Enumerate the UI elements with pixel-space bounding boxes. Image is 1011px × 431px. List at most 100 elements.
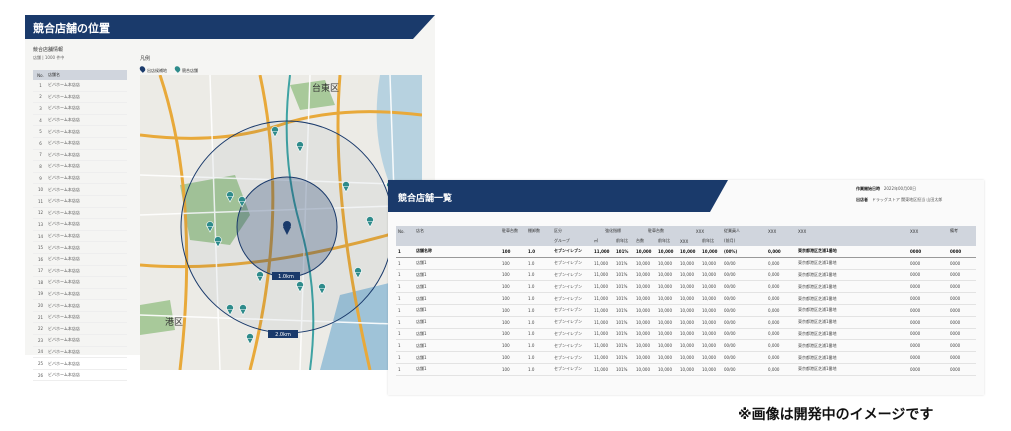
store-list-item[interactable]: 19 ビバホーム本店店 xyxy=(33,289,127,301)
inner-radius-label: 1.0km xyxy=(278,274,294,280)
table-cell: 10,000 xyxy=(700,269,723,282)
store-list-item[interactable]: 16 ビバホーム本店店 xyxy=(33,254,127,266)
store-list-item-name: ビバホーム本店店 xyxy=(48,163,80,169)
store-list-item[interactable]: 12 ビバホーム本店店 xyxy=(33,208,127,220)
store-list-item[interactable]: 13 ビバホーム本店店 xyxy=(33,219,127,231)
table-row[interactable]: 1 店舗1 100 1.0 セブンイレブン 11,000 101% 10,000 10,000 1… xyxy=(396,257,977,270)
store-list-item[interactable]: 18 ビバホーム本店店 xyxy=(33,277,127,289)
store-list-item-no: 24 xyxy=(37,349,44,355)
table-row[interactable]: 1 店舗1 100 1.0 セブンイレブン 11,000 101% 10,000 10,000 1… xyxy=(396,351,977,364)
list-header-name: 店舗名 xyxy=(48,72,60,77)
store-list-item[interactable]: 3 ビバホーム本店店 xyxy=(33,103,127,115)
col-header-employees: 従業員人 xyxy=(722,226,767,236)
store-list-item[interactable]: 8 ビバホーム本店店 xyxy=(33,161,127,173)
table-cell: 11,000 xyxy=(592,246,614,258)
competitor-map-panel: 競合店舗の位置 競合店舗情報 店舗 | 1000 件中 No. 店舗名 1 ビバホ… xyxy=(25,15,435,382)
store-list-item[interactable]: 7 ビバホーム本店店 xyxy=(33,150,127,162)
store-list-item[interactable]: 21 ビバホーム本店店 xyxy=(33,312,127,324)
store-list-item[interactable]: 10 ビバホーム本店店 xyxy=(33,184,127,196)
table-row[interactable]: 1 店舗1 100 1.0 セブンイレブン 11,000 101% 10,000 10,000 1… xyxy=(396,269,977,282)
store-list-item[interactable]: 5 ビバホーム本店店 xyxy=(33,126,127,138)
table-row[interactable]: 1 店舗名称 100 1.0 セブンイレブン 11,000 101% 10,000 10,000… xyxy=(396,246,977,258)
table-cell: 0,000 xyxy=(766,351,797,364)
store-list-item[interactable]: 22 ビバホーム本店店 xyxy=(33,323,127,336)
store-list-item[interactable]: 24 ビバホーム本店店 xyxy=(33,347,127,359)
table-cell: 1 xyxy=(396,339,414,353)
place-label: 港区 xyxy=(165,316,183,328)
table-row[interactable]: 1 店舗1 100 1.0 セブンイレブン 11,000 101% 10,000 10,000 1… xyxy=(396,339,977,353)
store-list-item[interactable]: 14 ビバホーム本店店 xyxy=(33,231,127,243)
table-cell: 100 xyxy=(500,292,526,305)
table-cell: セブンイレブン xyxy=(552,339,592,353)
table-cell: 0000 xyxy=(908,316,949,329)
table-row[interactable]: 1 店舗1 100 1.0 セブンイレブン 11,000 101% 10,000 10,000 1… xyxy=(396,328,977,341)
table-cell: 10,000 xyxy=(656,246,678,258)
store-list-item[interactable]: 17 ビバホーム本店店 xyxy=(33,266,127,278)
table-cell: 10,000 xyxy=(634,351,656,364)
table-row[interactable]: 1 店舗1 100 1.0 セブンイレブン 11,000 101% 10,000 10,000 1… xyxy=(396,304,977,317)
table-cell: 店舗1 xyxy=(414,339,500,353)
store-list-item[interactable]: 2 ビバホーム本店店 xyxy=(33,92,127,104)
competitor-list-panel: 競合店舗一覧 作業開始日時 2022年00月00日 出店者 ドラッグストア 関東… xyxy=(388,180,984,395)
table-cell: 00/00 xyxy=(722,316,767,329)
store-list-item[interactable]: 9 ビバホーム本店店 xyxy=(33,173,127,185)
table-cell: 店舗1 xyxy=(414,351,500,364)
table-row[interactable]: 1 店舗1 100 1.0 セブンイレブン 11,000 101% 10,000 10,000 1… xyxy=(396,292,977,305)
table-cell: 100 xyxy=(500,269,526,282)
table-cell: 100 xyxy=(500,280,526,294)
table-cell: 東京都港区芝浦1番地 xyxy=(796,257,909,270)
store-list-item-no: 22 xyxy=(37,326,44,332)
candidate-pin-icon xyxy=(138,65,147,73)
store-list-item-no: 11 xyxy=(37,198,44,204)
table-cell: 10,000 xyxy=(678,363,700,376)
table-cell: 10,000 xyxy=(700,316,723,329)
table-cell: 0,000 xyxy=(766,363,797,376)
store-list-item[interactable]: 1 ビバホーム本店店 xyxy=(33,80,127,92)
col-header-name: 店名 xyxy=(414,226,500,236)
table-cell: 東京都港区芝浦1番地 xyxy=(796,246,909,258)
table-cell: 101% xyxy=(614,363,634,376)
table-cell: 00/00 xyxy=(722,328,767,341)
table-cell: 100 xyxy=(500,316,526,329)
store-list-item-no: 4 xyxy=(39,117,42,123)
table-cell: 店舗1 xyxy=(414,363,500,376)
store-list-item-no: 21 xyxy=(37,314,44,320)
table-cell: 10,000 xyxy=(678,328,700,341)
table-cell: 10,000 xyxy=(634,246,656,258)
table-cell: 0000 xyxy=(948,328,977,341)
store-list-item-no: 23 xyxy=(37,337,44,343)
table-row[interactable]: 1 店舗1 100 1.0 セブンイレブン 11,000 101% 10,000 10,000 1… xyxy=(396,316,977,329)
table-cell: 100 xyxy=(500,363,526,376)
col-header-xxx2: XXX xyxy=(766,226,797,236)
table-cell: 店舗1 xyxy=(414,328,500,341)
store-list-item[interactable]: 6 ビバホーム本店店 xyxy=(33,138,127,150)
table-cell: 店舗1 xyxy=(414,304,500,317)
store-list-item-name: ビバホーム本店店 xyxy=(48,256,80,262)
table-cell: 11,000 xyxy=(592,316,614,329)
table-cell: 10,000 xyxy=(678,351,700,364)
meta-row-2: 出店者 ドラッグストア 関東地区担当 山田太郎 xyxy=(856,197,943,202)
table-cell: 10,000 xyxy=(634,339,656,353)
store-list-item[interactable]: 15 ビバホーム本店店 xyxy=(33,242,127,254)
outer-radius-label: 2.0km xyxy=(275,332,291,338)
table-cell: 0,000 xyxy=(766,269,797,282)
table-cell: 101% xyxy=(614,246,634,258)
map-panel-title: 競合店舗の位置 xyxy=(33,22,110,35)
table-cell: 0,000 xyxy=(766,280,797,294)
table-cell: 1.0 xyxy=(526,280,552,294)
store-list-item[interactable]: 4 ビバホーム本店店 xyxy=(33,115,127,127)
store-list-item[interactable]: 26 ビバホーム本店店 xyxy=(33,370,127,382)
list-section-label: 競合店舗情報 xyxy=(33,47,64,53)
table-row[interactable]: 1 店舗1 100 1.0 セブンイレブン 11,000 101% 10,000 10,000 1… xyxy=(396,363,977,376)
table-cell: 10,000 xyxy=(678,316,700,329)
table-cell: 0000 xyxy=(948,269,977,282)
store-list-item[interactable]: 25 ビバホーム本店店 xyxy=(33,358,127,370)
store-list-item[interactable]: 20 ビバホーム本店店 xyxy=(33,300,127,312)
trade-area-map[interactable]: 台東区 港区 1.0km 2.0km xyxy=(140,75,422,370)
store-list-item[interactable]: 23 ビバホーム本店店 xyxy=(33,335,127,347)
table-cell: 1.0 xyxy=(526,257,552,270)
list-panel-title: 競合店舗一覧 xyxy=(398,194,453,204)
store-list-item[interactable]: 11 ビバホーム本店店 xyxy=(33,196,127,208)
store-list: No. 店舗名 1 ビバホーム本店店 2 ビバホーム本店店 3 ビバホーム本店店 4 ビバホー… xyxy=(33,70,127,382)
table-row[interactable]: 1 店舗1 100 1.0 セブンイレブン 11,000 101% 10,000 10,000 1… xyxy=(396,280,977,294)
